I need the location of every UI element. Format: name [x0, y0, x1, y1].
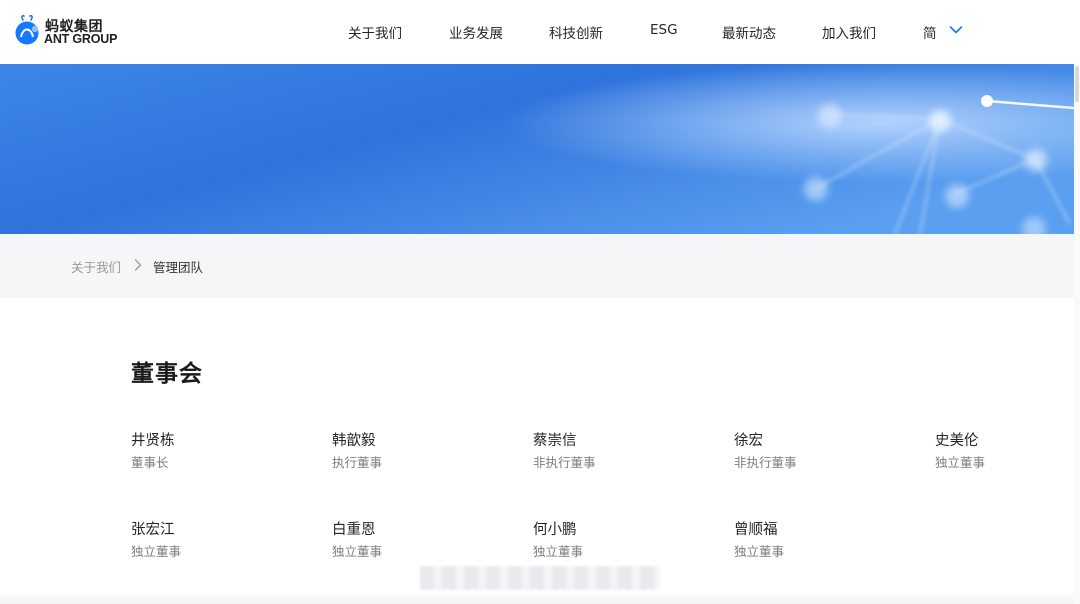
member-name: 韩歆毅: [332, 433, 376, 449]
breadcrumb: 关于我们 管理团队: [0, 234, 1074, 298]
bottom-fade: [0, 592, 1074, 604]
member-name: 史美伦: [935, 433, 979, 449]
board-member-card[interactable]: 井贤栋 董事长: [131, 429, 311, 473]
blurred-overlay: [420, 566, 660, 590]
member-role: 非执行董事: [533, 455, 596, 470]
site-header: 蚂蚁集团 ANT GROUP 关于我们 业务发展 科技创新 ESG 最新动态 加…: [0, 0, 1080, 64]
member-role: 独立董事: [935, 455, 986, 470]
nav-technology[interactable]: 科技创新: [549, 22, 603, 42]
hero-banner: [0, 64, 1074, 234]
member-role: 独立董事: [734, 544, 785, 559]
member-name: 曾顺福: [734, 522, 778, 538]
member-role: 执行董事: [332, 455, 383, 470]
breadcrumb-about-link[interactable]: 关于我们: [71, 257, 121, 276]
nav-esg[interactable]: ESG: [650, 22, 678, 38]
member-role: 独立董事: [332, 544, 383, 559]
board-member-card[interactable]: 白重恩 独立董事: [332, 518, 512, 562]
board-member-card[interactable]: 何小鹏 独立董事: [533, 518, 713, 562]
nav-careers[interactable]: 加入我们: [822, 22, 876, 42]
board-member-card[interactable]: 韩歆毅 执行董事: [332, 429, 512, 473]
nav-news[interactable]: 最新动态: [722, 22, 776, 42]
scrollbar-thumb[interactable]: [1075, 66, 1079, 102]
board-section-title: 董事会: [131, 361, 203, 387]
board-member-card[interactable]: 蔡崇信 非执行董事: [533, 429, 713, 473]
board-member-card[interactable]: 徐宏 非执行董事: [734, 429, 914, 473]
nav-about[interactable]: 关于我们: [348, 22, 402, 42]
member-role: 独立董事: [131, 544, 182, 559]
language-switch[interactable]: 简: [923, 22, 937, 42]
scrollbar-track[interactable]: [1074, 64, 1080, 604]
member-name: 井贤栋: [131, 433, 175, 449]
member-name: 徐宏: [734, 433, 763, 449]
board-member-card[interactable]: 史美伦 独立董事: [935, 429, 1065, 473]
member-role: 独立董事: [533, 544, 584, 559]
board-member-card[interactable]: 张宏江 独立董事: [131, 518, 311, 562]
member-role: 董事长: [131, 455, 169, 470]
board-member-card[interactable]: 曾顺福 独立董事: [734, 518, 914, 562]
chevron-down-icon[interactable]: [949, 25, 963, 35]
breadcrumb-current: 管理团队: [153, 260, 204, 275]
chevron-right-icon: [134, 259, 142, 271]
member-name: 蔡崇信: [533, 433, 577, 449]
member-name: 张宏江: [131, 522, 175, 538]
member-name: 何小鹏: [533, 522, 577, 538]
page: 蚂蚁集团 ANT GROUP 关于我们 业务发展 科技创新 ESG 最新动态 加…: [0, 0, 1080, 604]
nav-business[interactable]: 业务发展: [449, 22, 503, 42]
member-name: 白重恩: [332, 522, 376, 538]
member-role: 非执行董事: [734, 455, 797, 470]
banner-graphic: [0, 64, 1074, 234]
main-nav: 关于我们 业务发展 科技创新 ESG 最新动态 加入我们 简: [0, 0, 1080, 64]
